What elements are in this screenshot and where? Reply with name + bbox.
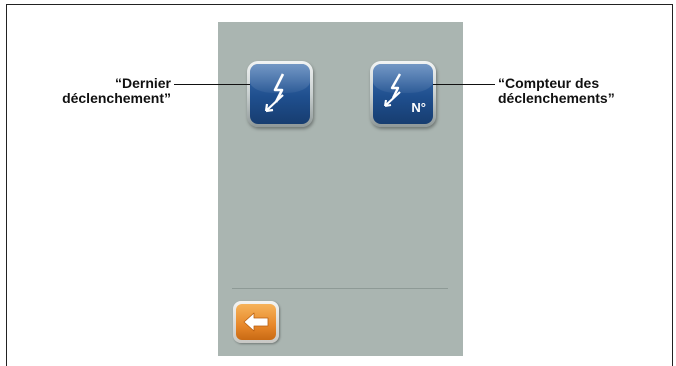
callout-trip-counter-leader [433, 84, 495, 85]
callout-last-trip-line2: déclenchement” [62, 90, 171, 106]
callout-trip-counter-line2: déclenchements” [498, 90, 615, 106]
counter-badge: N° [411, 100, 426, 115]
lightning-arrow-icon [264, 73, 285, 113]
trip-counter-button[interactable]: N° [370, 61, 436, 127]
last-trip-icon-face [250, 64, 310, 124]
callout-trip-counter-line1: “Compteur des [498, 75, 600, 91]
callout-last-trip-leader [174, 84, 250, 85]
callout-last-trip-line1: “Dernier [114, 75, 171, 91]
callout-last-trip: “Dernier déclenchement” [62, 76, 171, 106]
lightning-arrow-counter-icon [383, 73, 402, 108]
trip-counter-icon-face: N° [373, 64, 433, 124]
back-icon-face [236, 304, 276, 340]
last-trip-button[interactable] [247, 61, 313, 127]
screen-divider [232, 288, 448, 289]
callout-trip-counter: “Compteur des déclenchements” [498, 76, 615, 106]
arrow-left-icon [243, 312, 269, 332]
back-button[interactable] [233, 301, 279, 343]
